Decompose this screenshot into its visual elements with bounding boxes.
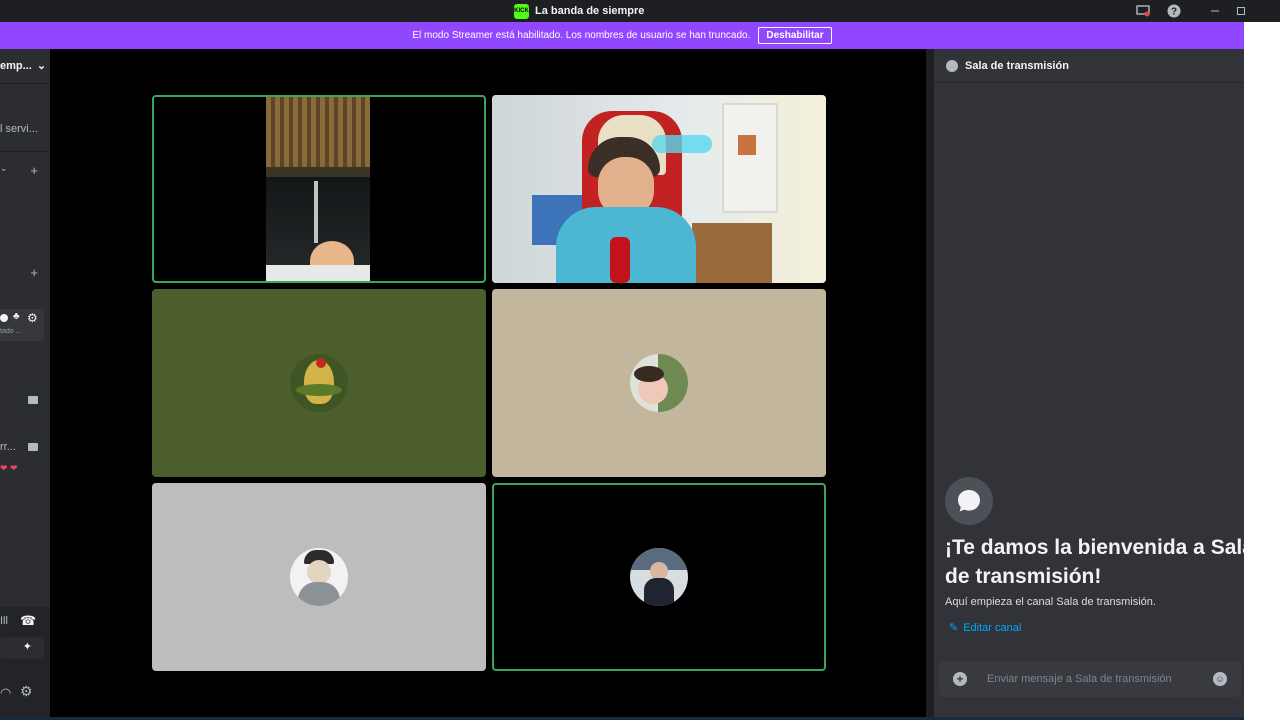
avatar xyxy=(290,548,348,606)
streamer-mode-banner: El modo Streamer está habilitado. Los no… xyxy=(0,22,1244,49)
participant-tile-4[interactable] xyxy=(492,289,826,477)
disable-streamer-button[interactable]: Deshabilitar xyxy=(758,27,832,44)
add-channel-icon[interactable]: + xyxy=(30,265,38,280)
camera-icon[interactable] xyxy=(28,443,38,451)
minimize-icon[interactable] xyxy=(1207,3,1223,19)
soundboard-icon[interactable]: Ill xyxy=(0,615,8,627)
chat-panel: Sala de transmisión ¡Te damos la bienven… xyxy=(926,49,1244,717)
divider xyxy=(0,83,50,84)
chat-bubble-icon xyxy=(945,477,993,525)
title-bar: KICK La banda de siempre ? xyxy=(0,0,1280,22)
participant-tile-6[interactable] xyxy=(492,483,826,671)
message-input[interactable] xyxy=(981,673,1213,685)
chat-inner: Sala de transmisión ¡Te damos la bienven… xyxy=(934,49,1244,717)
sidebar-item-server[interactable]: l servi... xyxy=(0,123,38,135)
camera-icon[interactable] xyxy=(28,396,38,404)
emoji-icon[interactable]: ☺ xyxy=(1213,672,1227,686)
add-channel-icon[interactable]: + xyxy=(30,163,38,178)
chat-bubble-icon xyxy=(0,314,8,322)
app-logo-icon: KICK xyxy=(514,3,529,19)
heart-icon: ❤ ❤ xyxy=(0,463,18,473)
background-edge xyxy=(1244,22,1280,720)
welcome-title: ¡Te damos la bienvenida a Sala de transm… xyxy=(945,536,1244,588)
window-title: KICK La banda de siempre xyxy=(514,3,644,19)
participant-tile-5[interactable] xyxy=(152,483,486,671)
video-tile-1[interactable] xyxy=(152,95,486,283)
chevron-down-icon[interactable]: ⌄ xyxy=(0,163,8,174)
chat-bubble-icon xyxy=(946,59,958,72)
channel-sidebar: emp... ⌄ l servi... ⌄ + + ♣ ⚙ tado ... r… xyxy=(0,49,50,717)
maximize-icon[interactable] xyxy=(1233,3,1249,19)
voice-call-area xyxy=(50,49,926,717)
pencil-icon: ✎ xyxy=(949,622,959,634)
video-tile-2[interactable] xyxy=(492,95,826,283)
avatar xyxy=(630,354,688,412)
participant-tile-3[interactable] xyxy=(152,289,486,477)
divider xyxy=(0,151,50,152)
video-feed xyxy=(266,97,370,281)
disconnect-icon[interactable]: ☎ xyxy=(20,613,36,629)
user-status-text: tado ... xyxy=(0,328,22,335)
window-title-text: La banda de siempre xyxy=(535,5,645,17)
avatar xyxy=(630,548,688,606)
help-icon[interactable]: ? xyxy=(1166,3,1182,19)
screen-share-icon[interactable] xyxy=(1135,3,1151,19)
user-panel: Ill ☎ ✦ ◠ ⚙ xyxy=(0,607,50,717)
welcome-description: Aquí empieza el canal Sala de transmisió… xyxy=(945,596,1156,608)
voice-user-row[interactable]: ♣ ⚙ tado ... xyxy=(0,309,44,341)
server-name[interactable]: emp... ⌄ xyxy=(0,59,46,72)
message-input-bar: + ☺ xyxy=(939,661,1241,697)
activity-button[interactable]: ✦ xyxy=(0,637,44,659)
banner-text: El modo Streamer está habilitado. Los no… xyxy=(412,30,751,41)
avatar xyxy=(290,354,348,412)
user-settings-gear-icon[interactable]: ⚙ xyxy=(20,683,33,700)
svg-text:?: ? xyxy=(1171,7,1177,18)
chevron-down-icon: ⌄ xyxy=(36,60,47,72)
activity-icon[interactable]: ♣ xyxy=(13,311,20,322)
chat-header: Sala de transmisión xyxy=(934,49,1244,83)
video-feed xyxy=(492,95,826,283)
add-attachment-icon[interactable]: + xyxy=(953,672,967,686)
edit-channel-link[interactable]: ✎ Editar canal xyxy=(949,621,1021,635)
chat-channel-name: Sala de transmisión xyxy=(965,59,1069,72)
gear-icon[interactable]: ⚙ xyxy=(27,311,38,325)
voice-channel-partial[interactable]: rr... xyxy=(0,441,16,453)
headphones-icon[interactable]: ◠ xyxy=(0,685,11,701)
